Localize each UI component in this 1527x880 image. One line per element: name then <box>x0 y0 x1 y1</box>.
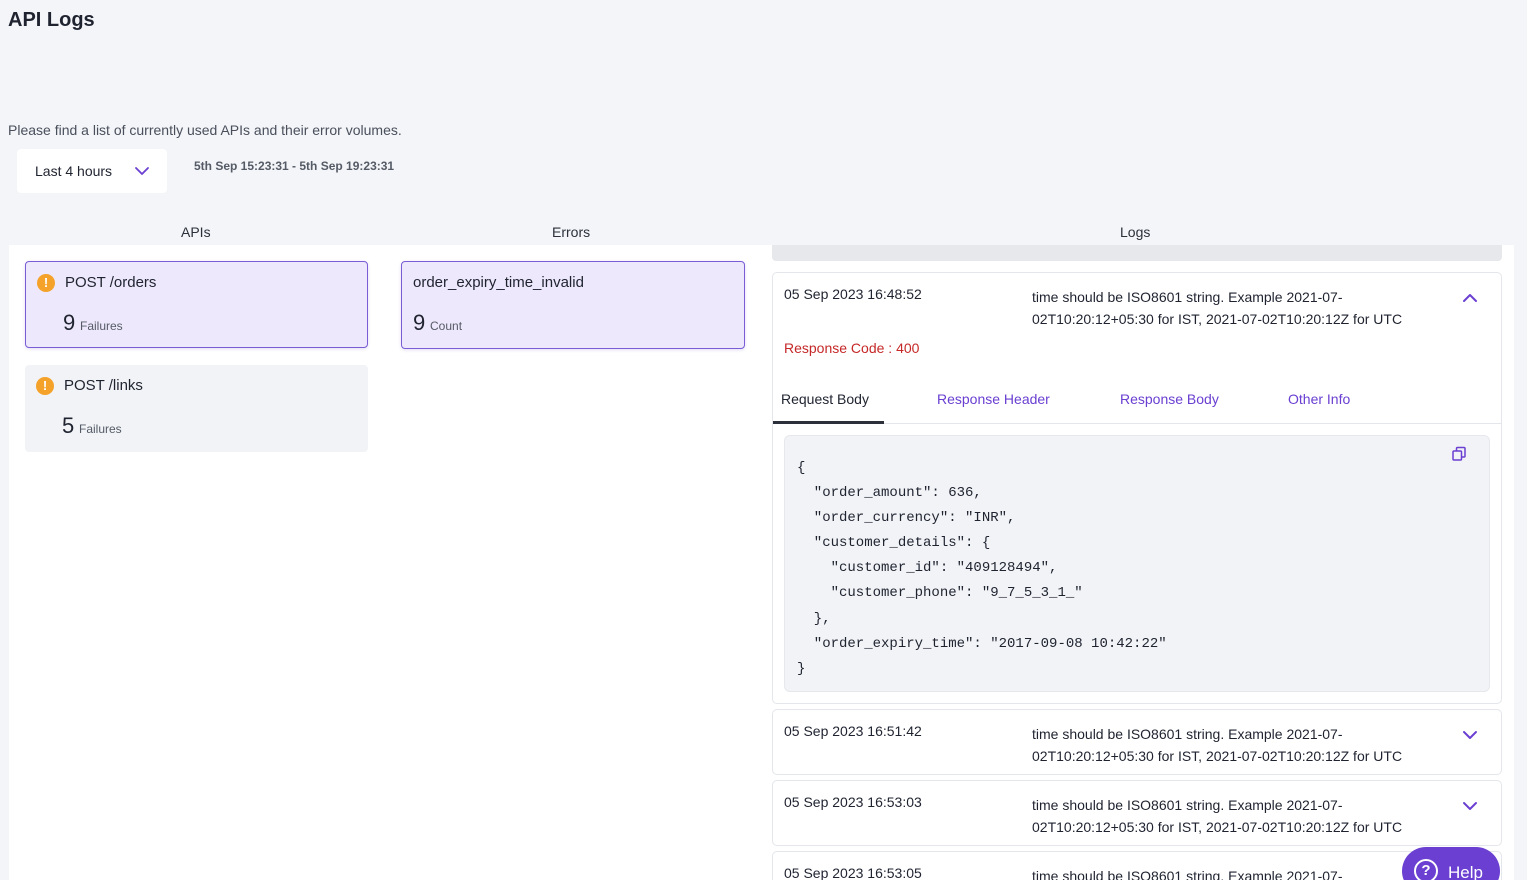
error-name: order_expiry_time_invalid <box>413 274 584 291</box>
column-header-apis: APIs <box>181 224 211 240</box>
log-time: 05 Sep 2023 16:48:52 <box>784 286 922 302</box>
api-failure-label: Failures <box>80 319 123 333</box>
log-detail-tabs: Request Body Response Header Response Bo… <box>773 381 1501 424</box>
logs-scroll-top <box>772 245 1502 261</box>
tab-response-header[interactable]: Response Header <box>937 391 1050 407</box>
tab-response-body[interactable]: Response Body <box>1120 391 1219 407</box>
log-message: time should be ISO8601 string. Example 2… <box>1032 726 1403 764</box>
warning-icon: ! <box>37 274 55 292</box>
help-label: Help <box>1448 863 1483 880</box>
error-count-label: Count <box>430 319 463 333</box>
time-range-select[interactable]: Last 4 hours <box>17 149 167 193</box>
api-failure-count: 5 <box>62 413 75 438</box>
log-message: time should be ISO8601 string. Example 2… <box>1032 868 1343 880</box>
time-range-label: Last 4 hours <box>35 163 113 179</box>
help-button[interactable]: ? Help <box>1402 847 1500 880</box>
time-range-text: 5th Sep 15:23:31 - 5th Sep 19:23:31 <box>194 159 395 173</box>
error-card-order-expiry-time-invalid[interactable]: order_expiry_time_invalid 9 Count <box>401 261 745 349</box>
question-circle-icon: ? <box>1414 859 1438 880</box>
response-code: Response Code : 400 <box>784 340 920 356</box>
log-entry[interactable]: 05 Sep 2023 16:51:42 time should be ISO8… <box>772 709 1502 775</box>
copy-icon[interactable] <box>1451 446 1467 462</box>
chevron-up-icon[interactable] <box>1461 289 1479 307</box>
request-body-text: { "order_amount": 636, "order_currency":… <box>797 460 1167 677</box>
column-header-logs: Logs <box>1120 224 1151 240</box>
error-count: 9 <box>413 310 426 335</box>
chevron-down-icon <box>135 167 149 175</box>
log-entry[interactable]: 05 Sep 2023 16:53:05 time should be ISO8… <box>772 851 1502 880</box>
tab-request-body[interactable]: Request Body <box>781 391 869 407</box>
log-message: time should be ISO8601 string. Example 2… <box>1032 797 1403 835</box>
log-message: time should be ISO8601 string. Example 2… <box>1032 289 1403 327</box>
api-failure-label: Failures <box>79 422 122 436</box>
log-time: 05 Sep 2023 16:53:05 <box>784 865 922 880</box>
api-card-post-orders[interactable]: ! POST /orders 9 Failures <box>25 261 368 348</box>
log-time: 05 Sep 2023 16:53:03 <box>784 794 922 810</box>
api-name: POST /orders <box>65 274 157 291</box>
tab-other-info[interactable]: Other Info <box>1288 391 1350 407</box>
chevron-down-icon[interactable] <box>1461 797 1479 815</box>
log-entry-expanded[interactable]: 05 Sep 2023 16:48:52 time should be ISO8… <box>772 272 1502 704</box>
chevron-down-icon[interactable] <box>1461 726 1479 744</box>
request-body-code: { "order_amount": 636, "order_currency":… <box>784 435 1490 692</box>
log-time: 05 Sep 2023 16:51:42 <box>784 723 922 739</box>
api-failure-count: 9 <box>63 310 76 335</box>
api-card-post-links[interactable]: ! POST /links 5 Failures <box>25 365 368 452</box>
log-entry[interactable]: 05 Sep 2023 16:53:03 time should be ISO8… <box>772 780 1502 846</box>
warning-icon: ! <box>36 377 54 395</box>
page-title: API Logs <box>8 9 95 31</box>
api-name: POST /links <box>64 377 143 394</box>
active-tab-indicator <box>773 421 884 424</box>
column-header-errors: Errors <box>552 224 591 240</box>
page-subtitle: Please find a list of currently used API… <box>8 122 402 138</box>
